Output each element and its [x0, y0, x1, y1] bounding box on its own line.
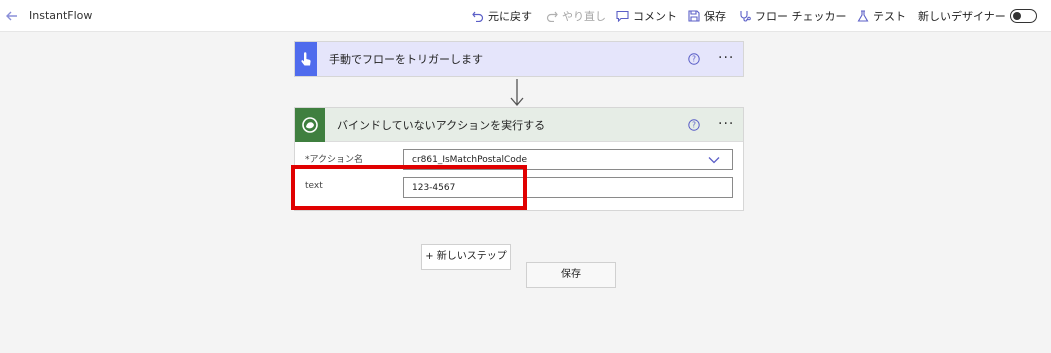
- help-icon[interactable]: ?: [688, 53, 700, 65]
- new-designer-toggle[interactable]: [1010, 9, 1037, 23]
- action-icon-tile: [295, 107, 325, 142]
- save-toolbar-label: 保存: [704, 10, 726, 23]
- highlight-box: [291, 165, 527, 210]
- more-options-icon[interactable]: ···: [718, 51, 734, 65]
- svg-text:?: ?: [692, 121, 696, 130]
- comment-label: コメント: [633, 10, 677, 23]
- redo-label: やり直し: [562, 10, 606, 23]
- app-title: InstantFlow: [29, 9, 93, 22]
- chevron-down-icon: [708, 157, 720, 164]
- test-button[interactable]: テスト: [857, 8, 906, 24]
- touch-hand-icon: [301, 52, 311, 66]
- trigger-icon-tile: [295, 42, 317, 76]
- action-name-label: *アクション名: [305, 155, 364, 165]
- comment-icon: [616, 10, 629, 22]
- top-toolbar: InstantFlow 元に戻す やり直し コメント 保存 フロー チェッカー: [0, 0, 1051, 32]
- save-icon: [688, 10, 700, 22]
- new-step-button[interactable]: + 新しいステップ: [421, 244, 511, 270]
- action-title: バインドしていないアクションを実行する: [337, 118, 546, 132]
- back-arrow-icon[interactable]: [5, 9, 19, 23]
- flow-checker-label: フロー チェッカー: [755, 10, 847, 23]
- flask-icon: [857, 10, 869, 22]
- svg-text:?: ?: [692, 55, 696, 64]
- action-name-value: cr861_IsMatchPostalCode: [412, 155, 528, 165]
- connector-arrow-icon: [510, 79, 524, 106]
- help-icon[interactable]: ?: [688, 119, 700, 131]
- trigger-title: 手動でフローをトリガーします: [329, 53, 483, 66]
- new-designer-label: 新しいデザイナー: [918, 10, 1006, 23]
- redo-icon: [546, 11, 558, 22]
- undo-label: 元に戻す: [488, 10, 532, 23]
- redo-button[interactable]: やり直し: [546, 8, 606, 24]
- more-options-icon[interactable]: ···: [718, 117, 734, 131]
- trigger-card-header[interactable]: 手動でフローをトリガーします ? ···: [295, 42, 743, 76]
- dataverse-icon: [302, 116, 318, 133]
- stethoscope-icon: [740, 11, 751, 22]
- test-label: テスト: [873, 10, 906, 23]
- comment-button[interactable]: コメント: [616, 8, 677, 24]
- undo-button[interactable]: 元に戻す: [472, 8, 532, 24]
- undo-icon: [472, 11, 484, 22]
- save-toolbar-button[interactable]: 保存: [688, 8, 726, 24]
- flow-checker-button[interactable]: フロー チェッカー: [739, 8, 847, 24]
- save-button[interactable]: 保存: [526, 262, 616, 288]
- new-designer-label-wrap: 新しいデザイナー: [918, 8, 1006, 24]
- action-card-header[interactable]: バインドしていないアクションを実行する ? ···: [295, 107, 743, 142]
- trigger-card[interactable]: 手動でフローをトリガーします ? ···: [294, 41, 744, 77]
